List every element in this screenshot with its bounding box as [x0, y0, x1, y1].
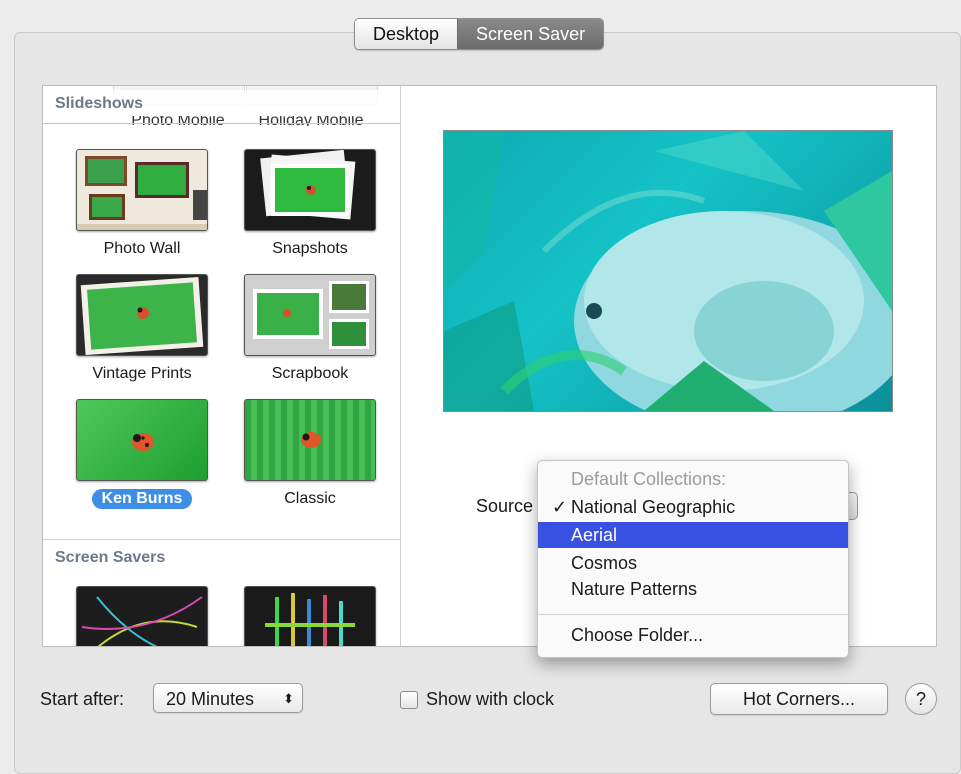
show-clock-label[interactable]: Show with clock [426, 689, 554, 710]
start-after-label: Start after: [40, 689, 125, 709]
menu-item-label: National Geographic [571, 497, 736, 517]
tile-label-selected: Ken Burns [91, 489, 193, 509]
tab-bar: Desktop Screen Saver [354, 18, 605, 50]
stepper-arrows-icon: ⬍ [283, 691, 294, 706]
vintage-prints-thumbnail [76, 274, 208, 356]
menu-item-label: Nature Patterns [571, 579, 698, 599]
classic-thumbnail [244, 399, 376, 481]
scrapbook-thumbnail [244, 274, 376, 356]
tile-snapshots[interactable]: Snapshots [235, 149, 385, 259]
tile-vintage-prints[interactable]: Vintage Prints [67, 274, 217, 384]
menu-item-cosmos[interactable]: Cosmos [538, 550, 848, 576]
start-after-value: 20 Minutes [166, 689, 255, 709]
tile-screen-saver-1[interactable] [67, 586, 217, 646]
bottom-bar: Start after: 20 Minutes ⬍ Show with cloc… [0, 683, 961, 719]
header-divider [43, 123, 400, 124]
saver-list[interactable]: Slideshows Photo Mobile Holiday Mobile P… [43, 86, 401, 646]
screen-savers-header: Screen Savers [43, 544, 400, 570]
tab-desktop[interactable]: Desktop [355, 19, 458, 49]
photo-wall-art [77, 156, 207, 230]
photo-mobile-label: Photo Mobile [131, 116, 225, 126]
ken-burns-thumbnail [76, 399, 208, 481]
tile-ken-burns[interactable]: Ken Burns [67, 399, 217, 509]
snapshots-art [260, 150, 356, 220]
menu-item-national-geographic[interactable]: ✓ National Geographic [538, 494, 848, 520]
tile-photo-wall[interactable]: Photo Wall [67, 149, 217, 259]
menu-item-label: Choose Folder... [571, 625, 704, 645]
tile-screen-saver-2[interactable] [235, 586, 385, 646]
help-button[interactable]: ? [905, 683, 937, 715]
snapshots-thumbnail [244, 149, 376, 231]
tab-screen-saver[interactable]: Screen Saver [457, 19, 604, 49]
arabesque-art [265, 593, 355, 646]
slideshows-header: Slideshows [43, 90, 400, 116]
ken-burns-art [132, 433, 154, 451]
menu-header: Default Collections: [571, 469, 727, 489]
hot-corners-button[interactable]: Hot Corners... [710, 683, 888, 715]
scrapbook-art [253, 281, 369, 349]
tile-scrapbook[interactable]: Scrapbook [235, 274, 385, 384]
menu-item-nature-patterns[interactable]: Nature Patterns [538, 576, 848, 602]
holiday-mobile-label: Holiday Mobile [258, 116, 364, 126]
source-dropdown-menu: Default Collections: ✓ National Geograph… [537, 460, 849, 658]
fish-preview-image [444, 131, 892, 411]
tile-label: Photo Wall [103, 240, 181, 257]
source-label: Source [476, 496, 534, 516]
menu-item-choose-folder[interactable]: Choose Folder... [538, 622, 848, 648]
menu-separator [538, 614, 848, 615]
show-clock-checkbox[interactable] [400, 691, 418, 709]
vintage-prints-art [80, 276, 204, 355]
screen-saver-1-thumbnail [76, 586, 208, 646]
tile-label: Scrapbook [271, 365, 349, 382]
screen-saver-2-thumbnail [244, 586, 376, 646]
tile-classic[interactable]: Classic [235, 399, 385, 509]
menu-item-aerial[interactable]: Aerial [538, 522, 848, 548]
photo-wall-thumbnail [76, 149, 208, 231]
tile-label: Vintage Prints [92, 365, 192, 382]
clipped-row: Photo Mobile Holiday Mobile [43, 116, 400, 126]
flurry-art [81, 596, 203, 646]
classic-art [301, 432, 321, 448]
screen-saver-preview [443, 130, 893, 412]
checkmark-icon: ✓ [552, 497, 568, 517]
tile-label: Classic [284, 490, 336, 507]
menu-item-label: Cosmos [571, 553, 638, 573]
menu-item-label: Aerial [571, 525, 618, 545]
start-after-select[interactable]: 20 Minutes ⬍ [153, 683, 303, 713]
section-divider [43, 539, 400, 540]
tile-label: Snapshots [272, 240, 348, 257]
